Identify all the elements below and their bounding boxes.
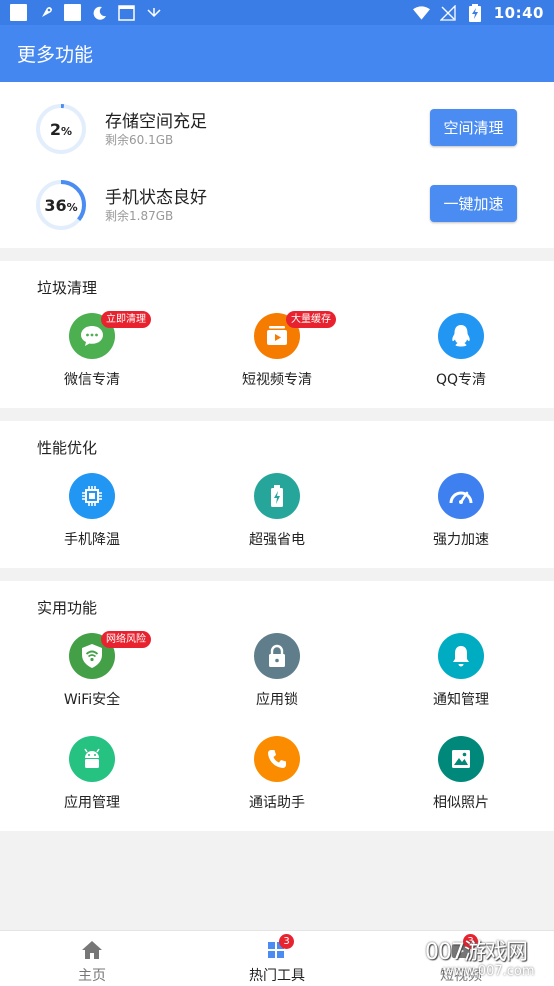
bell-icon <box>438 633 484 679</box>
tool-label: 相似照片 <box>433 795 489 811</box>
page-title: 更多功能 <box>17 44 94 66</box>
tool-label: 强力加速 <box>433 532 489 548</box>
nav-home[interactable]: 主页 <box>0 931 184 986</box>
memory-percent: 36 <box>44 195 67 215</box>
cast-icon <box>145 4 162 21</box>
phone-cooling-tool[interactable]: 手机降温 <box>0 473 184 553</box>
cpu-icon <box>69 473 115 519</box>
tool-label: 应用锁 <box>256 692 298 708</box>
battery-icon <box>254 473 300 519</box>
image-icon <box>438 736 484 782</box>
storage-remaining: 剩余60.1GB <box>105 133 174 147</box>
storage-status-title: 存储空间充足 <box>105 112 207 132</box>
phone-icon <box>254 736 300 782</box>
app-bar: 更多功能 <box>0 25 554 82</box>
tool-label: 通话助手 <box>249 795 305 811</box>
memory-status-row: 36% 手机状态良好 剩余1.87GB 一键加速 <box>0 175 554 235</box>
storage-progress-ring: 2% <box>35 103 87 155</box>
memory-progress-ring: 36% <box>35 179 87 231</box>
power-boost-tool[interactable]: 强力加速 <box>369 473 553 553</box>
notification-square-icon <box>10 4 27 21</box>
similar-photos-tool[interactable]: 相似照片 <box>369 736 553 816</box>
nav-label: 热门工具 <box>249 968 305 984</box>
percent-unit: % <box>61 124 73 138</box>
network-risk-badge: 网络风险 <box>101 631 151 648</box>
qq-icon <box>438 313 484 359</box>
rocket-icon <box>37 4 54 21</box>
wifi-security-tool[interactable]: 网络风险 WiFi安全 <box>0 631 184 713</box>
performance-section: 性能优化 手机降温 超强省电 强力加速 <box>0 421 554 568</box>
storage-percent: 2 <box>49 119 62 139</box>
tool-label: 微信专清 <box>64 372 120 388</box>
call-assistant-tool[interactable]: 通话助手 <box>185 736 369 816</box>
wifi-icon <box>412 4 430 21</box>
no-signal-icon <box>440 4 457 21</box>
percent-unit: % <box>66 200 78 214</box>
calendar-icon <box>118 4 135 21</box>
watermark-main: 007游戏网 <box>425 940 528 965</box>
app-manage-tool[interactable]: 应用管理 <box>0 736 184 816</box>
tool-label: 短视频专清 <box>242 372 312 388</box>
section-title: 性能优化 <box>37 439 98 457</box>
app-lock-tool[interactable]: 应用锁 <box>185 633 369 713</box>
tool-label: QQ专清 <box>435 372 487 388</box>
notification-manage-tool[interactable]: 通知管理 <box>369 633 553 713</box>
qq-clean-tool[interactable]: QQ专清 <box>369 313 553 393</box>
android-icon <box>69 736 115 782</box>
nav-label: 主页 <box>78 968 106 984</box>
section-title: 垃圾清理 <box>37 279 98 297</box>
wechat-clean-tool[interactable]: 立即清理 微信专清 <box>0 311 184 393</box>
junk-clean-section: 垃圾清理 立即清理 微信专清 大量缓存 短视频专清 QQ专清 <box>0 261 554 408</box>
utility-section: 实用功能 网络风险 WiFi安全 应用锁 通知管理 应用管理 通话助手 相似照片 <box>0 581 554 831</box>
site-watermark: 007游戏网 www.007.com <box>425 932 554 986</box>
home-icon <box>82 941 102 959</box>
notification-square-icon <box>64 4 81 21</box>
tool-label: 通知管理 <box>433 692 489 708</box>
status-bar: 10:40 <box>0 0 554 25</box>
heavy-cache-badge: 大量缓存 <box>286 311 336 328</box>
memory-remaining: 剩余1.87GB <box>105 209 174 223</box>
tool-label: 超强省电 <box>249 532 305 548</box>
clock-time: 10:40 <box>493 3 544 22</box>
space-clean-button[interactable]: 空间清理 <box>430 109 517 146</box>
memory-status-title: 手机状态良好 <box>105 188 207 208</box>
storage-status-row: 2% 存储空间充足 剩余60.1GB 空间清理 <box>0 99 554 159</box>
tool-label: 手机降温 <box>64 532 120 548</box>
power-saving-tool[interactable]: 超强省电 <box>185 473 369 553</box>
watermark-url: www.007.com <box>443 964 535 979</box>
one-key-boost-button[interactable]: 一键加速 <box>430 185 517 222</box>
moon-icon <box>91 4 108 21</box>
device-status-card: 2% 存储空间充足 剩余60.1GB 空间清理 36% 手机状态良好 剩余1.8… <box>0 82 554 248</box>
clean-now-badge: 立即清理 <box>101 311 151 328</box>
short-video-clean-tool[interactable]: 大量缓存 短视频专清 <box>185 311 369 393</box>
lock-icon <box>254 633 300 679</box>
tool-label: 应用管理 <box>64 795 120 811</box>
section-title: 实用功能 <box>37 599 98 617</box>
hot-tools-badge: 3 <box>279 934 294 949</box>
battery-charging-icon <box>467 3 484 22</box>
tool-label: WiFi安全 <box>63 692 121 708</box>
nav-hot-tools[interactable]: 3 热门工具 <box>185 931 369 986</box>
speedometer-icon <box>438 473 484 519</box>
